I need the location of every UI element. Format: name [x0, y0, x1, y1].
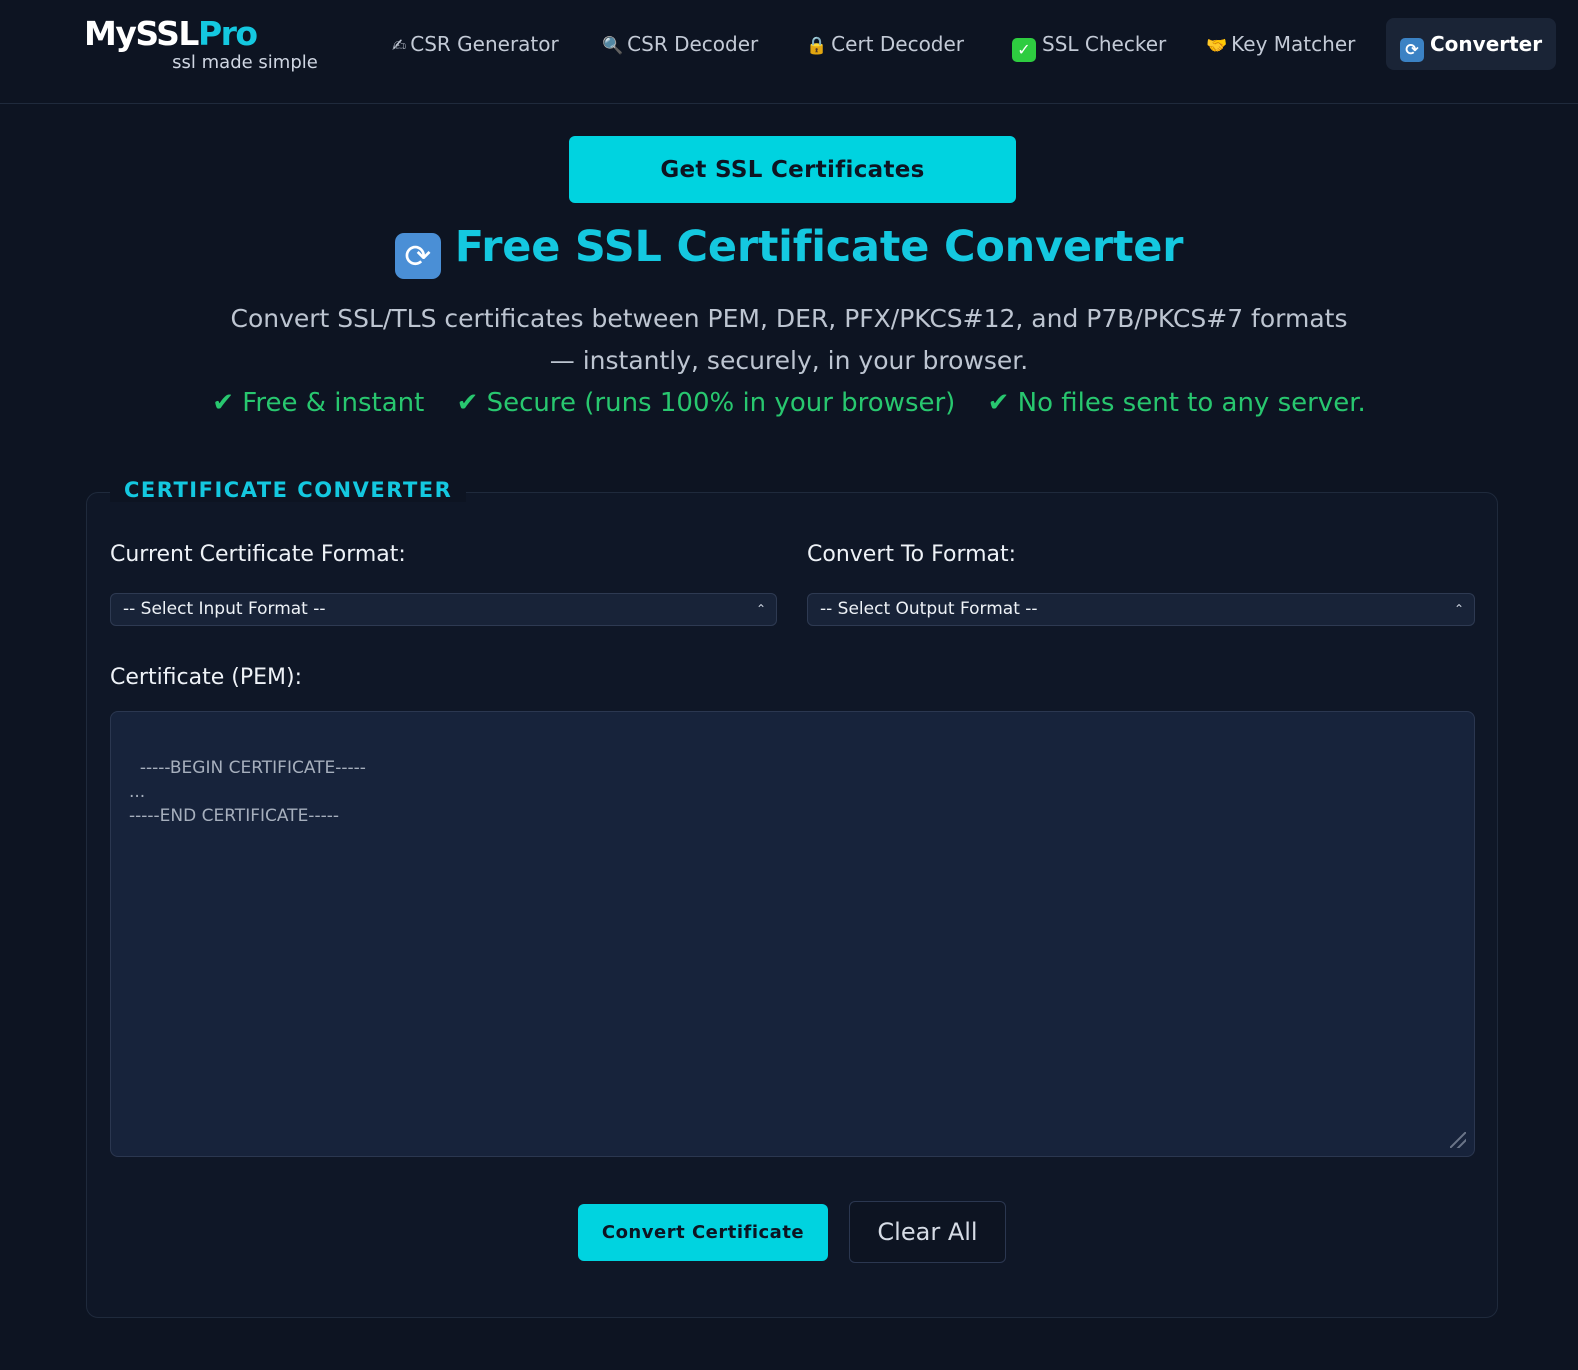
converter-panel-title: CERTIFICATE CONVERTER [110, 478, 467, 502]
output-format-value: -- Select Output Format -- [820, 599, 1038, 619]
nav-item-converter[interactable]: ⟳ Converter [1386, 18, 1557, 70]
convert-certificate-button[interactable]: Convert Certificate [578, 1204, 828, 1261]
sync-icon: ⟳ [394, 233, 441, 279]
logo[interactable]: MySSLPro ssl made simple [84, 14, 346, 74]
nav-label: Key Matcher [1231, 32, 1356, 56]
output-format-select[interactable]: -- Select Output Format -- ⌃ [807, 593, 1475, 626]
get-ssl-certificates-button[interactable]: Get SSL Certificates [569, 136, 1016, 203]
page-subtitle: Convert SSL/TLS certificates between PEM… [230, 304, 1348, 375]
nav-item-csr-generator[interactable]: ✍ CSR Generator [392, 18, 559, 70]
page-title: ⟳ Free SSL Certificate Converter [0, 222, 1578, 282]
logo-tagline: ssl made simple [172, 52, 318, 73]
select-arrows-icon: ⌃ [755, 602, 766, 616]
nav-label: CSR Generator [410, 32, 559, 56]
clear-all-button[interactable]: Clear All [849, 1201, 1006, 1263]
nav-label: Converter [1430, 32, 1543, 56]
input-format-select[interactable]: -- Select Input Format -- ⌃ [110, 593, 777, 626]
badge-no-upload: ✔ No files sent to any server. [987, 388, 1366, 418]
check-icon: ✓ [1012, 38, 1036, 62]
output-format-label: Convert To Format: [807, 542, 1017, 567]
resize-handle-icon[interactable] [1450, 1132, 1466, 1148]
writing-hand-icon: ✍ [392, 36, 407, 56]
nav-item-ssl-checker[interactable]: ✓ SSL Checker [1012, 18, 1166, 70]
nav-label: SSL Checker [1042, 32, 1167, 56]
select-arrows-icon: ⌃ [1453, 602, 1464, 616]
badge-free: ✔ Free & instant [212, 388, 425, 418]
nav-label: Cert Decoder [831, 32, 965, 56]
certificate-label: Certificate (PEM): [110, 665, 302, 690]
certificate-placeholder: -----BEGIN CERTIFICATE----- ... -----END… [129, 758, 366, 826]
page-title-text: Free SSL Certificate Converter [454, 222, 1184, 272]
nav-item-cert-decoder[interactable]: 🔒 Cert Decoder [806, 18, 964, 70]
magnifier-icon: 🔍 [602, 36, 624, 56]
lock-icon: 🔒 [806, 36, 828, 56]
logo-wordmark: MySSLPro [84, 14, 258, 53]
handshake-icon: 🤝 [1206, 36, 1228, 56]
certificate-textarea[interactable]: -----BEGIN CERTIFICATE----- ... -----END… [110, 711, 1475, 1157]
input-format-value: -- Select Input Format -- [123, 599, 326, 619]
site-header: MySSLPro ssl made simple ✍ CSR Generator … [0, 0, 1578, 104]
nav-label: CSR Decoder [627, 32, 759, 56]
input-format-label: Current Certificate Format: [110, 542, 406, 567]
feature-badges: ✔ Free & instant ✔ Secure (runs 100% in … [0, 388, 1578, 418]
nav-item-key-matcher[interactable]: 🤝 Key Matcher [1206, 18, 1355, 70]
badge-secure: ✔ Secure (runs 100% in your browser) [456, 388, 956, 418]
nav-item-csr-decoder[interactable]: 🔍 CSR Decoder [602, 18, 758, 70]
main-nav: ✍ CSR Generator 🔍 CSR Decoder 🔒 Cert Decode… [386, 18, 1560, 70]
sync-icon: ⟳ [1400, 38, 1424, 62]
